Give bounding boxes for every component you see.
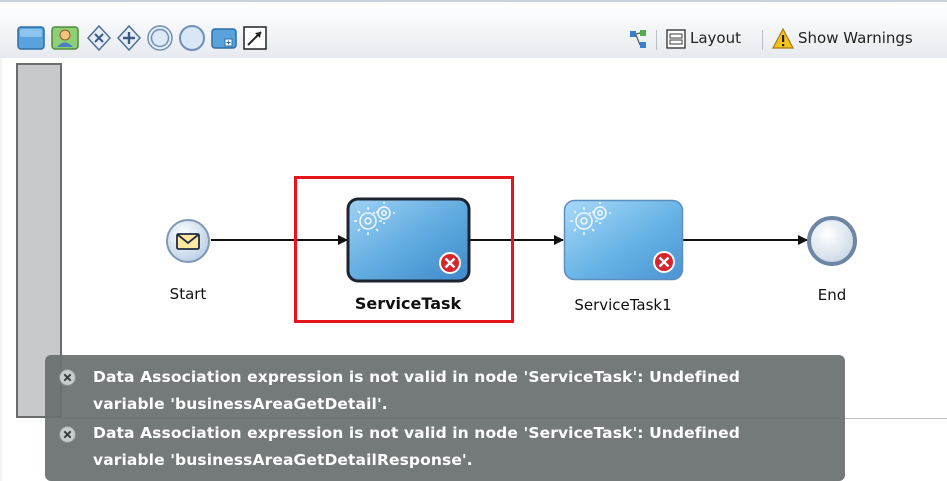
end-event[interactable] [805,214,859,268]
error-icon [59,426,76,443]
servicetask1-node[interactable] [563,199,684,281]
error-message-2-line-1: Data Association expression is not valid… [93,424,740,442]
error-icon [653,251,675,273]
error-message-1-line-2: variable 'businessAreaGetDetail'. [93,395,388,413]
start-label: Start [169,285,207,303]
end-label: End [817,286,847,304]
error-message-2-line-2: variable 'businessAreaGetDetailResponse'… [93,451,473,469]
selection-highlight-box [294,176,514,323]
error-tooltip-panel: Data Association expression is not valid… [45,355,845,481]
error-message-1-line-1: Data Association expression is not valid… [93,368,740,386]
servicetask1-label: ServiceTask1 [574,296,672,314]
envelope-icon [176,233,200,250]
error-icon [59,369,76,386]
start-event[interactable] [164,217,212,265]
